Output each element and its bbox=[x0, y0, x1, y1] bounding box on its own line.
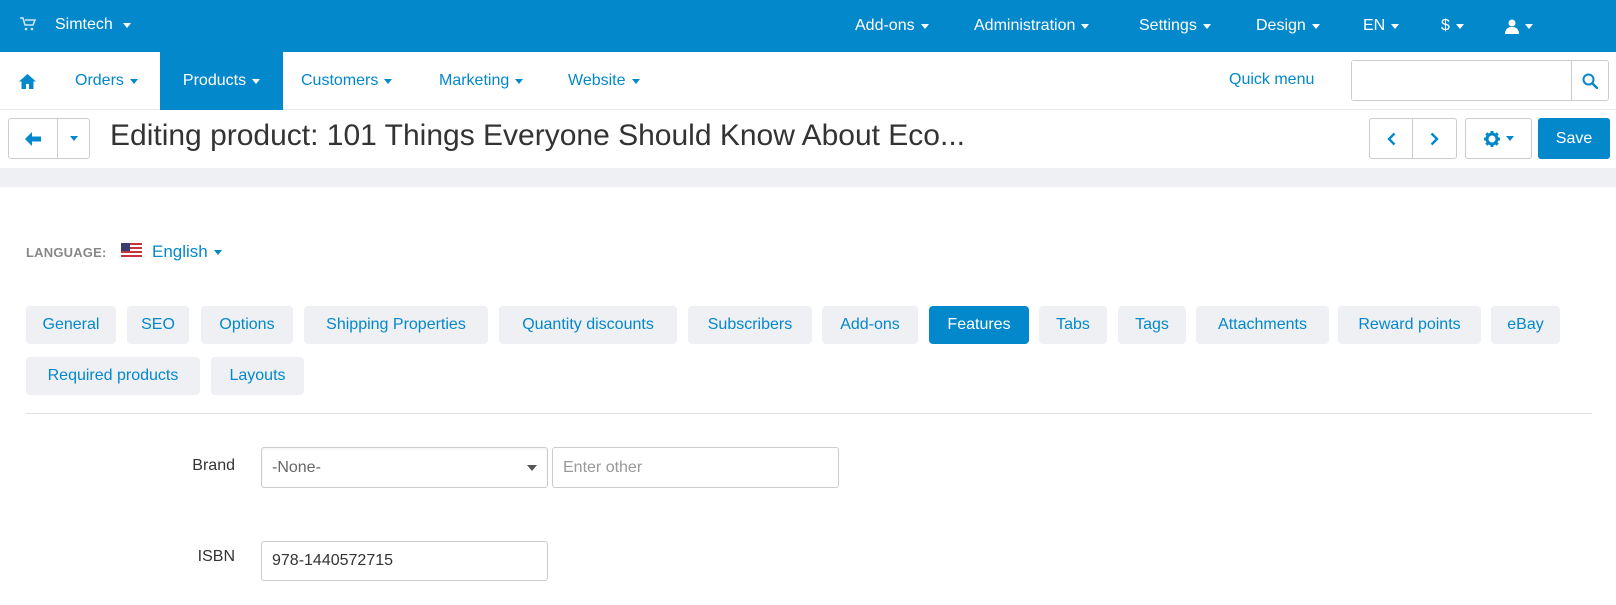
chevron-down-icon bbox=[384, 78, 393, 84]
quick-menu-link[interactable]: Quick menu bbox=[1229, 71, 1314, 89]
tab-shipping-properties[interactable]: Shipping Properties bbox=[304, 306, 488, 344]
chevron-right-icon bbox=[1430, 132, 1439, 145]
menu-addons-label: Add-ons bbox=[855, 17, 915, 34]
menu-settings-label: Settings bbox=[1139, 17, 1197, 34]
tab-options[interactable]: Options bbox=[201, 306, 293, 344]
us-flag-icon bbox=[121, 243, 142, 257]
nav-orders-label: Orders bbox=[75, 72, 124, 89]
chevron-down-icon bbox=[1525, 23, 1533, 29]
tabs-divider bbox=[26, 413, 1592, 414]
search-input[interactable] bbox=[1352, 61, 1571, 100]
nav-marketing-label: Marketing bbox=[439, 72, 510, 89]
tab-subscribers[interactable]: Subscribers bbox=[688, 306, 812, 344]
menu-currency-label: $ bbox=[1441, 17, 1450, 34]
search-button[interactable] bbox=[1571, 61, 1608, 100]
chevron-down-icon bbox=[631, 78, 640, 84]
page-title: Editing product: 101 Things Everyone Sho… bbox=[110, 119, 965, 152]
nav-orders[interactable]: Orders bbox=[56, 52, 157, 110]
nav-products-label: Products bbox=[182, 72, 247, 89]
back-dropdown-button[interactable] bbox=[57, 118, 90, 159]
settings-dropdown-button[interactable] bbox=[1465, 118, 1532, 159]
brand-select-value: -None- bbox=[272, 458, 321, 476]
tab-general[interactable]: General bbox=[26, 306, 116, 344]
arrow-left-icon bbox=[25, 131, 41, 146]
top-bar: Simtech Add-ons Administration Settings … bbox=[0, 0, 1616, 52]
menu-language-label: EN bbox=[1363, 17, 1386, 34]
page-header: Editing product: 101 Things Everyone Sho… bbox=[0, 110, 1616, 168]
tab-quantity-discounts[interactable]: Quantity discounts bbox=[499, 306, 677, 344]
save-button[interactable]: Save bbox=[1538, 118, 1610, 159]
tab-attachments[interactable]: Attachments bbox=[1196, 306, 1329, 344]
cart-icon[interactable] bbox=[20, 17, 36, 31]
menu-administration[interactable]: Administration bbox=[974, 16, 1090, 36]
isbn-input[interactable]: 978-1440572715 bbox=[261, 541, 548, 581]
brand-other-input[interactable]: Enter other bbox=[552, 447, 839, 488]
chevron-down-icon bbox=[1202, 23, 1211, 29]
nav-website[interactable]: Website bbox=[568, 52, 640, 110]
menu-language[interactable]: EN bbox=[1363, 16, 1400, 36]
tab-features[interactable]: Features bbox=[929, 306, 1029, 344]
menu-user[interactable] bbox=[1505, 16, 1533, 36]
chevron-down-icon bbox=[252, 78, 261, 84]
tab-required-products[interactable]: Required products bbox=[26, 357, 200, 395]
store-name: Simtech bbox=[55, 16, 113, 33]
chevron-down-icon bbox=[1455, 23, 1464, 29]
menu-design[interactable]: Design bbox=[1256, 16, 1320, 36]
gear-icon bbox=[1483, 130, 1500, 147]
tab-tags[interactable]: Tags bbox=[1118, 306, 1186, 344]
header-separator bbox=[0, 168, 1616, 187]
home-icon bbox=[19, 73, 36, 89]
product-edit-content: LANGUAGE: English General SEO Options Sh… bbox=[0, 187, 1616, 605]
home-link[interactable] bbox=[19, 52, 39, 110]
chevron-down-icon bbox=[122, 22, 131, 28]
isbn-label: ISBN bbox=[197, 548, 235, 565]
menu-settings[interactable]: Settings bbox=[1139, 16, 1211, 36]
language-selector[interactable]: English bbox=[152, 242, 222, 262]
back-button[interactable] bbox=[8, 118, 58, 159]
main-nav: Orders Products Customers Marketing Webs… bbox=[0, 52, 1616, 110]
user-icon bbox=[1505, 19, 1519, 34]
tab-reward-points[interactable]: Reward points bbox=[1338, 306, 1481, 344]
chevron-down-icon bbox=[527, 465, 537, 471]
chevron-down-icon bbox=[1311, 23, 1320, 29]
menu-administration-label: Administration bbox=[974, 17, 1076, 34]
tab-tabs[interactable]: Tabs bbox=[1039, 306, 1107, 344]
chevron-down-icon bbox=[69, 136, 78, 141]
chevron-left-icon bbox=[1386, 132, 1395, 145]
tab-layouts[interactable]: Layouts bbox=[211, 357, 304, 395]
nav-customers-label: Customers bbox=[301, 72, 379, 89]
tab-seo[interactable]: SEO bbox=[127, 306, 189, 344]
nav-marketing[interactable]: Marketing bbox=[439, 52, 524, 110]
chevron-down-icon bbox=[213, 250, 222, 256]
nav-website-label: Website bbox=[568, 72, 626, 89]
search-box bbox=[1351, 60, 1609, 101]
brand-label: Brand bbox=[192, 457, 235, 474]
store-switcher[interactable]: Simtech bbox=[55, 16, 131, 34]
language-label: LANGUAGE: bbox=[26, 245, 107, 260]
brand-select[interactable]: -None- bbox=[261, 447, 548, 488]
search-icon bbox=[1582, 73, 1598, 89]
tab-ebay[interactable]: eBay bbox=[1491, 306, 1560, 344]
menu-currency[interactable]: $ bbox=[1441, 16, 1464, 36]
nav-products[interactable]: Products bbox=[160, 52, 283, 110]
menu-addons[interactable]: Add-ons bbox=[855, 16, 929, 36]
tab-addons[interactable]: Add-ons bbox=[822, 306, 918, 344]
chevron-down-icon bbox=[1391, 23, 1400, 29]
language-value: English bbox=[152, 242, 208, 261]
chevron-down-icon bbox=[920, 23, 929, 29]
menu-design-label: Design bbox=[1256, 17, 1306, 34]
chevron-down-icon bbox=[1505, 136, 1514, 141]
chevron-down-icon bbox=[129, 78, 138, 84]
chevron-down-icon bbox=[1081, 23, 1090, 29]
next-product-button[interactable] bbox=[1412, 118, 1457, 159]
chevron-down-icon bbox=[515, 78, 524, 84]
prev-product-button[interactable] bbox=[1369, 118, 1413, 159]
nav-customers[interactable]: Customers bbox=[301, 52, 393, 110]
